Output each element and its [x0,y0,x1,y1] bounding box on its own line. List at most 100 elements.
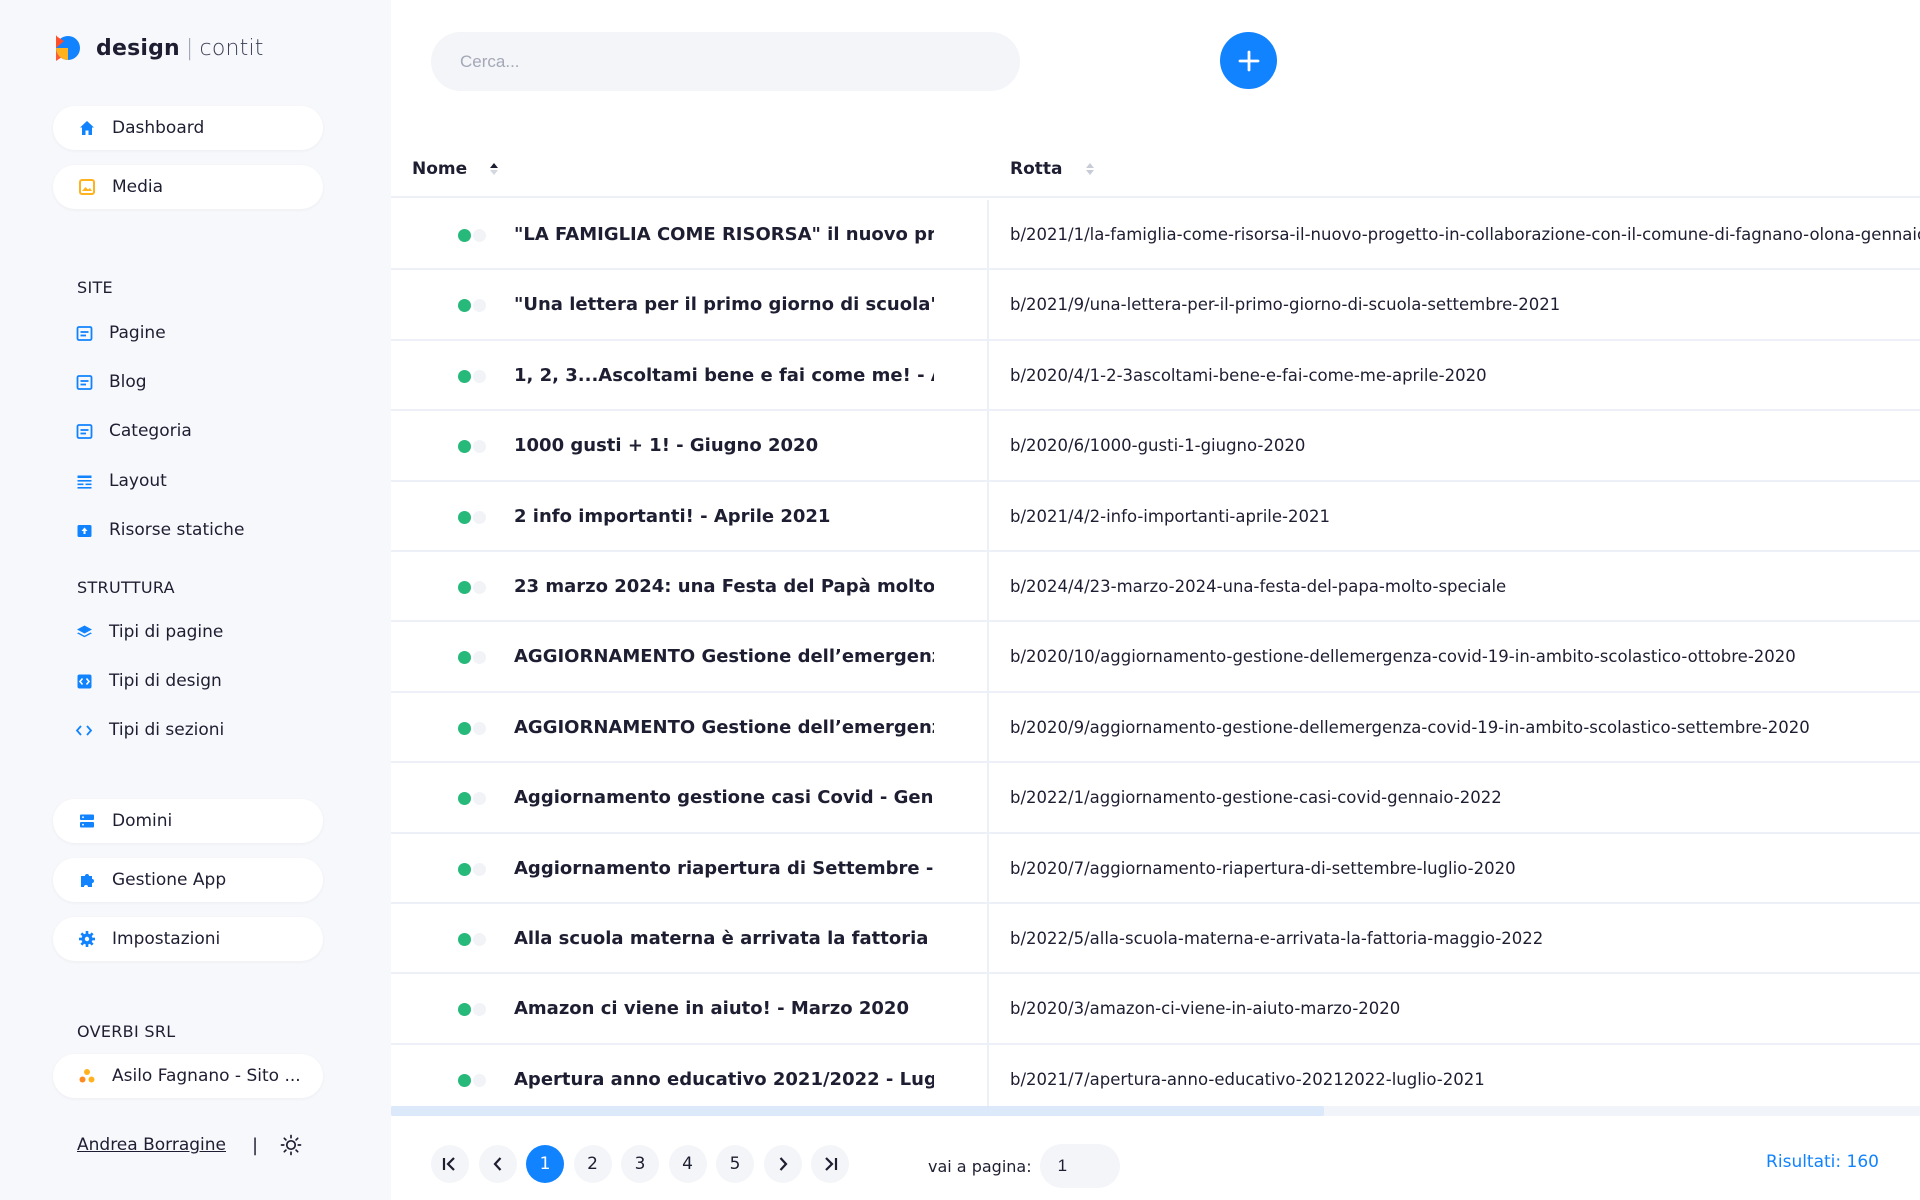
status-published-icon [458,651,471,665]
column-header-label: Nome [412,159,468,179]
sidebar-item-gestione-app[interactable]: Gestione App [53,858,323,902]
sidebar-item-impostazioni[interactable]: Impostazioni [53,917,323,961]
sidebar: design | contit Dashboard Media SITE Pagin… [0,0,391,1200]
column-divider [987,622,989,691]
column-header-label: Rotta [1010,159,1063,179]
page-5-button[interactable]: 5 [716,1145,754,1183]
row-route: b/2021/9/una-lettera-per-il-primo-giorno… [1010,295,1561,315]
column-divider [987,974,989,1043]
add-button[interactable] [1220,32,1277,89]
status-published-icon [458,440,471,454]
app-logo[interactable]: design | contit [52,30,264,66]
status-published-icon [458,932,471,946]
table-row[interactable]: 1, 2, 3...Ascoltami bene e fai come me! … [391,340,1920,412]
table-row[interactable]: AGGIORNAMENTO Gestione dell’emergenz... b… [391,622,1920,693]
status-toggle-icon [473,580,486,594]
column-divider [987,903,989,973]
sidebar-item-dashboard[interactable]: Dashboard [53,106,323,150]
first-page-button[interactable] [431,1145,469,1183]
main-content: Nome Rotta "LA FAMIGLIA COME RISORSA" il… [391,0,1920,1200]
scrollbar-thumb[interactable] [391,1106,1324,1116]
row-route: b/2020/9/aggiornamento-gestione-dellemer… [1010,717,1810,737]
horizontal-scrollbar[interactable] [391,1106,1920,1116]
static-resources-icon [73,519,95,541]
table-row[interactable]: 23 marzo 2024: una Festa del Papà molto … [391,551,1920,623]
table-row[interactable]: Aggiornamento gestione casi Covid - Genn… [391,763,1920,834]
sidebar-item-domini[interactable]: Domini [53,799,323,843]
table-row[interactable]: "Una lettera per il primo giorno di scuo… [391,270,1920,341]
row-name: Apertura anno educativo 2021/2022 - Lugl… [514,1068,934,1090]
layout-icon [73,470,95,492]
column-divider [987,411,989,480]
status-published-icon [458,1003,471,1017]
goto-page: vai a pagina: [928,1144,1120,1188]
row-route: b/2021/7/apertura-anno-educativo-2021202… [1010,1069,1485,1089]
sidebar-item-tipi-di-sezioni[interactable]: Tipi di sezioni [73,715,224,745]
sidebar-item-blog[interactable]: Blog [73,367,147,397]
sidebar-item-label: Media [112,177,164,197]
row-route: b/2024/4/23-marzo-2024-una-festa-del-pap… [1010,576,1507,596]
sidebar-item-tipi-di-pagine[interactable]: Tipi di pagine [73,617,223,647]
page-3-button[interactable]: 3 [621,1145,659,1183]
table-row[interactable]: 2 info importanti! - Aprile 2021 b/2021/4… [391,481,1920,552]
row-route: b/2020/10/aggiornamento-gestione-delleme… [1010,647,1796,667]
status-published-icon [458,721,471,735]
table-row[interactable]: Amazon ci viene in aiuto! - Marzo 2020 b/… [391,974,1920,1045]
row-name: Aggiornamento gestione casi Covid - Genn… [514,787,934,809]
page-icon [73,322,95,344]
theme-toggle-sun-icon[interactable] [280,1134,302,1156]
column-header-name[interactable]: Nome [412,140,499,198]
goto-page-label: vai a pagina: [928,1156,1032,1176]
goto-page-input[interactable] [1039,1144,1120,1188]
sidebar-item-categoria[interactable]: Categoria [73,416,192,446]
last-page-button[interactable] [811,1145,849,1183]
sidebar-item-pagine[interactable]: Pagine [73,318,166,348]
puzzle-icon [76,869,98,891]
row-route: b/2021/1/la-famiglia-come-risorsa-il-nuo… [1010,225,1920,244]
column-divider [987,270,989,339]
status-published-icon [458,1073,471,1087]
page-2-button[interactable]: 2 [573,1145,612,1183]
table-row[interactable]: Apertura anno educativo 2021/2022 - Lugl… [391,1044,1920,1106]
sidebar-item-media[interactable]: Media [53,165,323,209]
status-published-icon [458,229,471,242]
status-published-icon [458,792,471,806]
sidebar-item-tipi-di-design[interactable]: Tipi di design [73,666,222,696]
row-name: "Una lettera per il primo giorno di scuo… [514,294,934,316]
table-row[interactable]: Aggiornamento riapertura di Settembre - … [391,833,1920,904]
sidebar-item-label: Dashboard [112,118,205,138]
site-selector[interactable]: Asilo Fagnano - Sito ... [53,1054,323,1098]
blog-icon [73,371,95,393]
page-1-button[interactable]: 1 [526,1145,564,1183]
row-route: b/2020/7/aggiornamento-riapertura-di-set… [1010,858,1516,878]
sidebar-item-label: Tipi di sezioni [109,720,225,740]
table-row[interactable]: AGGIORNAMENTO Gestione dell’emergenz... b… [391,692,1920,764]
status-toggle-icon [473,862,486,876]
table-row[interactable]: Alla scuola materna è arrivata la fattor… [391,903,1920,975]
table-row[interactable]: 1000 gusti + 1! - Giugno 2020 b/2020/6/10… [391,411,1920,482]
table-header: Nome Rotta [391,140,1920,198]
status-toggle-icon [473,792,486,806]
status-published-icon [458,369,471,383]
search-input[interactable] [431,32,1020,91]
row-route: b/2021/4/2-info-importanti-aprile-2021 [1010,506,1330,526]
page-4-button[interactable]: 4 [668,1145,707,1183]
previous-page-button[interactable] [478,1145,517,1183]
status-published-icon [458,299,471,313]
sidebar-item-layout[interactable]: Layout [73,466,167,496]
sidebar-item-risorse-statiche[interactable]: Risorse statiche [73,515,244,545]
status-published-icon [458,580,471,594]
table-row[interactable]: "LA FAMIGLIA COME RISORSA" il nuovo pr..… [391,200,1920,271]
sort-ascending-icon [489,162,499,176]
sidebar-item-label: Gestione App [112,870,227,890]
site-cluster-icon [76,1065,98,1087]
layers-icon [73,621,95,643]
sidebar-item-label: Risorse statiche [109,520,245,540]
next-page-button[interactable] [763,1145,802,1183]
column-header-route[interactable]: Rotta [1010,140,1095,198]
pagination: 12345 [431,1144,859,1184]
brand-name: design [96,35,180,61]
column-divider [987,1044,989,1106]
sidebar-item-label: Tipi di pagine [109,622,224,642]
user-name-link[interactable]: Andrea Borragine [77,1135,226,1155]
